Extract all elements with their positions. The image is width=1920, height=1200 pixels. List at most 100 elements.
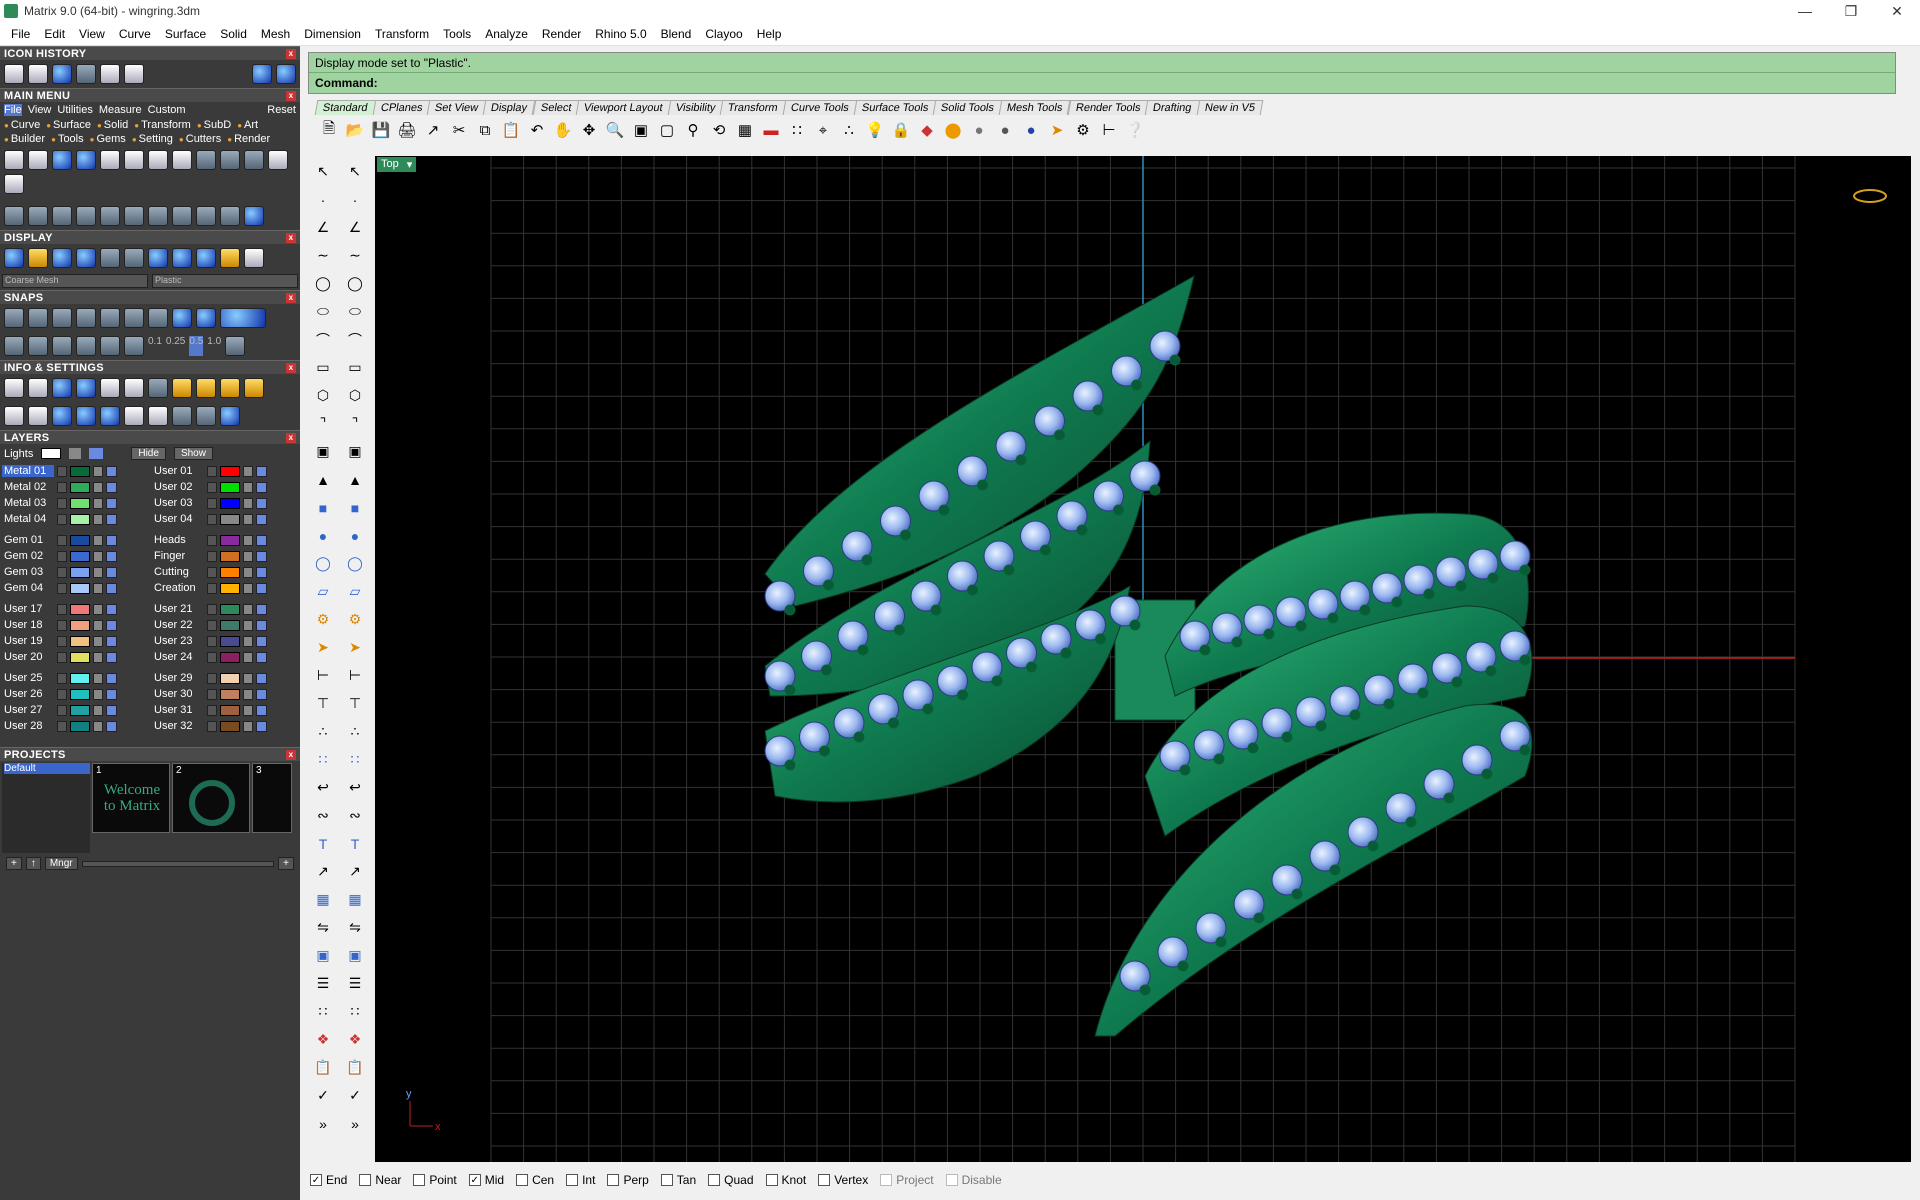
layer-row[interactable]: User 02 xyxy=(152,479,302,495)
layer-color-swatch[interactable] xyxy=(70,651,90,663)
lock-icon[interactable] xyxy=(243,534,253,546)
command-prompt[interactable]: Command: xyxy=(309,73,1895,93)
plus-button[interactable]: + xyxy=(278,857,294,870)
tab-utilities[interactable]: Utilities xyxy=(57,104,92,116)
curve-icon[interactable]: ∼ xyxy=(311,244,335,267)
expand-icon[interactable] xyxy=(57,635,67,647)
tab-custom[interactable]: Custom xyxy=(148,104,186,116)
viewport-name[interactable]: Top xyxy=(381,158,399,171)
gem-sphere-icon[interactable] xyxy=(196,248,216,268)
hide-button[interactable]: Hide xyxy=(131,447,166,460)
lock-icon[interactable] xyxy=(93,704,103,716)
layer-row[interactable]: Metal 04 xyxy=(2,511,152,527)
lock-icon[interactable] xyxy=(93,566,103,578)
menu-clayoo[interactable]: Clayoo xyxy=(698,27,749,41)
users-icon[interactable] xyxy=(220,150,240,170)
layer-color-swatch[interactable] xyxy=(70,465,90,477)
layer-color-swatch[interactable] xyxy=(70,619,90,631)
layer-name[interactable]: Gem 01 xyxy=(2,534,54,546)
color-icon[interactable]: ◆ xyxy=(916,119,938,141)
visibility-icon[interactable] xyxy=(106,635,117,647)
viewport-grid-icon[interactable]: ▦ xyxy=(734,119,756,141)
visibility-icon[interactable] xyxy=(106,465,117,477)
lock-icon[interactable] xyxy=(93,513,103,525)
viewport-top[interactable]: y x xyxy=(375,156,1911,1162)
toolbar-tab[interactable]: Select xyxy=(532,100,580,115)
snap-end-icon[interactable] xyxy=(4,308,24,328)
visibility-icon[interactable] xyxy=(106,704,117,716)
lock-icon[interactable] xyxy=(93,497,103,509)
menu-help[interactable]: Help xyxy=(750,27,789,41)
text-icon[interactable]: T xyxy=(311,832,335,855)
lock-icon[interactable] xyxy=(243,688,253,700)
lock-icon[interactable] xyxy=(243,635,253,647)
print-icon[interactable]: 🖨 xyxy=(396,119,418,141)
osnap-project[interactable]: Project xyxy=(880,1173,934,1187)
lock-icon[interactable] xyxy=(93,465,103,477)
layer-name[interactable]: User 18 xyxy=(2,619,54,631)
layer-name[interactable]: Gem 03 xyxy=(2,566,54,578)
layer-color-swatch[interactable] xyxy=(70,603,90,615)
snap-value-1[interactable]: 0.1 xyxy=(148,336,162,356)
rectangle-icon[interactable]: ▭ xyxy=(343,356,367,379)
rotate-view-icon[interactable]: ✥ xyxy=(578,119,600,141)
dimension-icon[interactable] xyxy=(124,336,144,356)
layer-color-swatch[interactable] xyxy=(70,534,90,546)
expand-icon[interactable] xyxy=(57,465,67,477)
rectangle-icon[interactable]: ▭ xyxy=(311,356,335,379)
subtab-builder[interactable]: Builder xyxy=(4,133,45,145)
array-icon[interactable]: ▦ xyxy=(311,888,335,911)
shapes-icon[interactable] xyxy=(76,64,96,84)
gem-icon[interactable] xyxy=(52,64,72,84)
new-file-icon[interactable] xyxy=(4,150,24,170)
maximize-icon[interactable]: ❐ xyxy=(1828,0,1874,22)
pan-icon[interactable]: ✋ xyxy=(552,119,574,141)
polyline-icon[interactable]: ∠ xyxy=(343,216,367,239)
layer-color-swatch[interactable] xyxy=(220,497,240,509)
print-icon[interactable] xyxy=(148,150,168,170)
clipboard-icon[interactable]: 📋 xyxy=(311,1056,335,1079)
reset-button[interactable]: Reset xyxy=(267,104,296,116)
visibility-icon[interactable] xyxy=(106,619,117,631)
checkbox[interactable] xyxy=(607,1174,620,1186)
more-icon[interactable]: » xyxy=(343,1112,367,1135)
snap-value-4[interactable]: 1.0 xyxy=(207,336,221,356)
visibility-icon[interactable] xyxy=(106,582,117,594)
expand-icon[interactable] xyxy=(207,566,217,578)
toolbar-tab[interactable]: Surface Tools xyxy=(853,100,937,115)
lock-icon[interactable] xyxy=(93,651,103,663)
sphere-icon[interactable] xyxy=(148,248,168,268)
lock-icon[interactable] xyxy=(93,688,103,700)
expand-icon[interactable] xyxy=(57,704,67,716)
boolean-icon[interactable]: ● xyxy=(311,524,335,547)
undo-view-icon[interactable]: ⟲ xyxy=(708,119,730,141)
layer-color-swatch[interactable] xyxy=(70,497,90,509)
scale-arrow-icon[interactable]: ↗ xyxy=(343,860,367,883)
ruler-icon[interactable]: ☰ xyxy=(311,972,335,995)
align-icon[interactable] xyxy=(220,206,240,226)
layer-row[interactable]: User 31 xyxy=(152,702,302,718)
checkbox[interactable] xyxy=(818,1174,831,1186)
lights-lock-icon[interactable] xyxy=(69,448,82,459)
expand-icon[interactable] xyxy=(57,688,67,700)
menu-render[interactable]: Render xyxy=(535,27,588,41)
cylinder-icon[interactable] xyxy=(76,406,96,426)
layer-name[interactable]: User 03 xyxy=(152,497,204,509)
layer-name[interactable]: User 26 xyxy=(2,688,54,700)
scale-icon[interactable] xyxy=(124,206,144,226)
layer-row[interactable]: User 19 xyxy=(2,633,152,649)
monitor-icon[interactable] xyxy=(28,406,48,426)
checkbox[interactable] xyxy=(359,1174,372,1186)
snap-planar-icon[interactable] xyxy=(220,308,266,328)
toolbar-tab[interactable]: Set View xyxy=(426,100,487,115)
arc-icon[interactable]: ⌒ xyxy=(311,328,335,351)
lock-icon[interactable] xyxy=(243,550,253,562)
filter-icon[interactable] xyxy=(100,406,120,426)
lock-icon[interactable] xyxy=(93,672,103,684)
layer-name[interactable]: User 32 xyxy=(152,720,204,732)
points-icon[interactable]: ∷ xyxy=(786,119,808,141)
new-icon[interactable]: 🗎 xyxy=(318,119,340,141)
snake-icon[interactable] xyxy=(244,150,264,170)
visibility-icon[interactable] xyxy=(256,566,267,578)
layer-color-swatch[interactable] xyxy=(220,704,240,716)
